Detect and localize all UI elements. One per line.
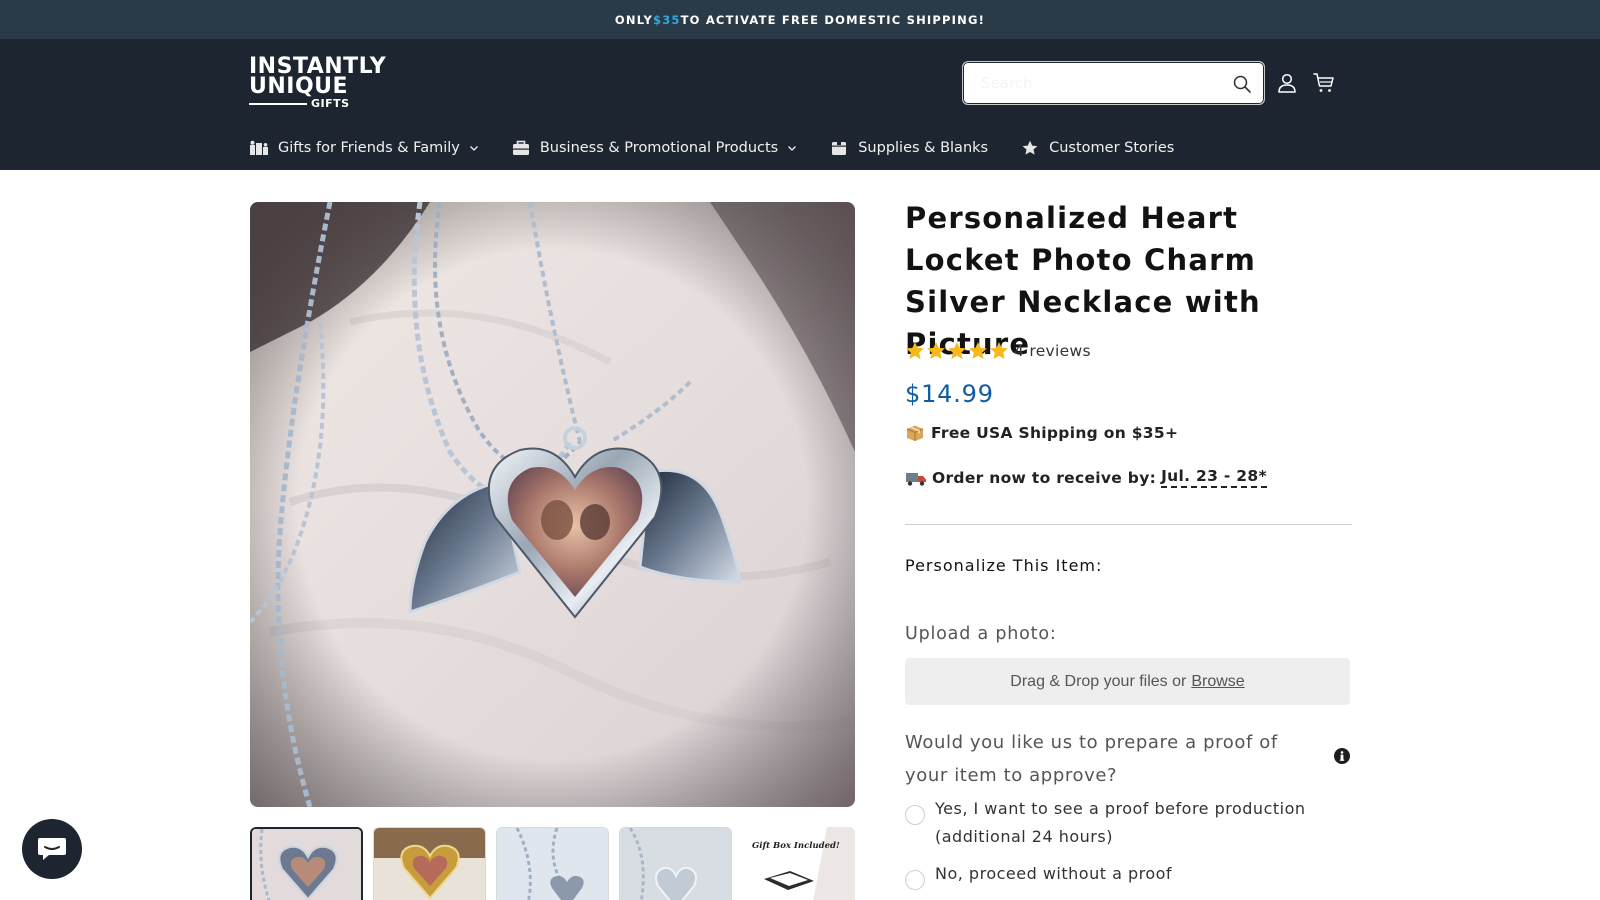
announcement-text-before: ONLY — [614, 12, 653, 27]
nav-item-gifts-friends-family[interactable]: Gifts for Friends & Family — [249, 140, 479, 156]
announcement-bar: ONLY $35 TO ACTIVATE FREE DOMESTIC SHIPP… — [0, 0, 1600, 39]
box-icon — [832, 141, 847, 155]
family-icon — [250, 140, 268, 155]
package-icon — [906, 425, 924, 441]
photo-dropzone[interactable]: Drag & Drop your files or Browse — [905, 658, 1350, 705]
dropzone-text: Drag & Drop your files or — [1010, 672, 1187, 690]
logo-line-2: UNIQUE — [249, 74, 349, 99]
announcement-text-after: TO ACTIVATE FREE DOMESTIC SHIPPING! — [680, 12, 986, 27]
nav-label-supplies: Supplies & Blanks — [858, 140, 989, 156]
reviews-count[interactable]: 4 reviews — [1014, 342, 1091, 360]
briefcase-icon — [512, 140, 529, 155]
nav-item-customer-stories[interactable]: Customer Stories — [1020, 140, 1174, 156]
delivery-date[interactable]: Jul. 23 - 28* — [1161, 467, 1267, 488]
product-title: Personalized Heart Locket Photo Charm Si… — [905, 201, 1261, 361]
chat-bubble-icon — [38, 838, 66, 860]
logo-line-3: GIFTS — [311, 97, 350, 110]
proof-option-yes[interactable]: Yes, I want to see a proof before produc… — [905, 795, 1325, 851]
account-icon[interactable] — [1276, 72, 1298, 94]
proof-option-no-label: No, proceed without a proof — [935, 864, 1173, 883]
thumbnail-4[interactable] — [619, 827, 732, 900]
thumbnail-1[interactable] — [250, 827, 363, 900]
thumbnail-image — [374, 828, 485, 900]
nav-item-business-promotional[interactable]: Business & Promotional Products — [511, 140, 797, 156]
thumbnail-strip: Gift Box Included! — [250, 827, 855, 900]
radio-button[interactable] — [905, 805, 925, 825]
delivery-estimate: Order now to receive by: Jul. 23 - 28* — [905, 467, 1267, 488]
star-icon — [927, 342, 945, 359]
star-icon — [990, 342, 1008, 359]
rating-stars — [905, 341, 1010, 361]
truck-icon — [906, 472, 926, 486]
gift-box-caption: Gift Box Included! — [752, 841, 840, 851]
thumbnail-5[interactable]: Gift Box Included! — [742, 827, 855, 900]
upload-photo-label: Upload a photo: — [905, 624, 1057, 644]
thumbnail-image — [620, 828, 731, 900]
delivery-prefix: Order now to receive by: — [932, 468, 1157, 487]
chevron-down-icon — [469, 146, 478, 151]
store-logo[interactable]: INSTANTLY UNIQUE GIFTS — [249, 56, 386, 110]
thumbnail-3[interactable] — [496, 827, 609, 900]
nav-label-stories: Customer Stories — [1049, 140, 1175, 156]
product-main-image[interactable] — [250, 202, 855, 807]
chat-button[interactable] — [22, 819, 82, 879]
nav-item-supplies-blanks[interactable]: Supplies & Blanks — [829, 140, 988, 156]
info-icon[interactable] — [1334, 748, 1350, 764]
section-divider — [905, 524, 1352, 525]
thumbnail-image — [497, 828, 608, 900]
star-icon — [1022, 140, 1038, 155]
search-icon[interactable] — [1232, 74, 1252, 94]
browse-link[interactable]: Browse — [1191, 673, 1244, 691]
shipping-text: Free USA Shipping on $35+ — [931, 424, 1179, 442]
product-rating[interactable]: 4 reviews — [905, 341, 1091, 361]
star-icon — [948, 342, 966, 359]
heart-locket-photo — [250, 202, 855, 807]
thumbnail-image — [742, 827, 855, 900]
thumbnail-image — [252, 829, 361, 900]
announcement-highlight: $35 — [653, 12, 681, 27]
free-shipping-note: Free USA Shipping on $35+ — [905, 424, 1178, 442]
personalize-heading: Personalize This Item: — [905, 556, 1103, 575]
logo-underline — [249, 103, 307, 105]
proof-option-no[interactable]: No, proceed without a proof — [905, 860, 1172, 890]
thumbnail-2[interactable] — [373, 827, 486, 900]
radio-button[interactable] — [905, 870, 925, 890]
star-icon — [969, 342, 987, 359]
product-price: $14.99 — [905, 380, 994, 408]
main-nav: Gifts for Friends & Family Business & Pr… — [249, 135, 1206, 161]
nav-label-gifts: Gifts for Friends & Family — [278, 140, 460, 156]
chevron-down-icon — [788, 146, 797, 151]
search-box[interactable] — [962, 61, 1265, 105]
star-icon — [906, 342, 924, 359]
proof-question: Would you like us to prepare a proof of … — [905, 732, 1278, 786]
nav-label-business: Business & Promotional Products — [539, 140, 779, 156]
search-input[interactable] — [963, 62, 1213, 104]
cart-icon[interactable] — [1312, 71, 1336, 95]
proof-option-yes-label: Yes, I want to see a proof before produc… — [935, 799, 1306, 846]
site-header: INSTANTLY UNIQUE GIFTS Gifts fo — [0, 39, 1600, 170]
